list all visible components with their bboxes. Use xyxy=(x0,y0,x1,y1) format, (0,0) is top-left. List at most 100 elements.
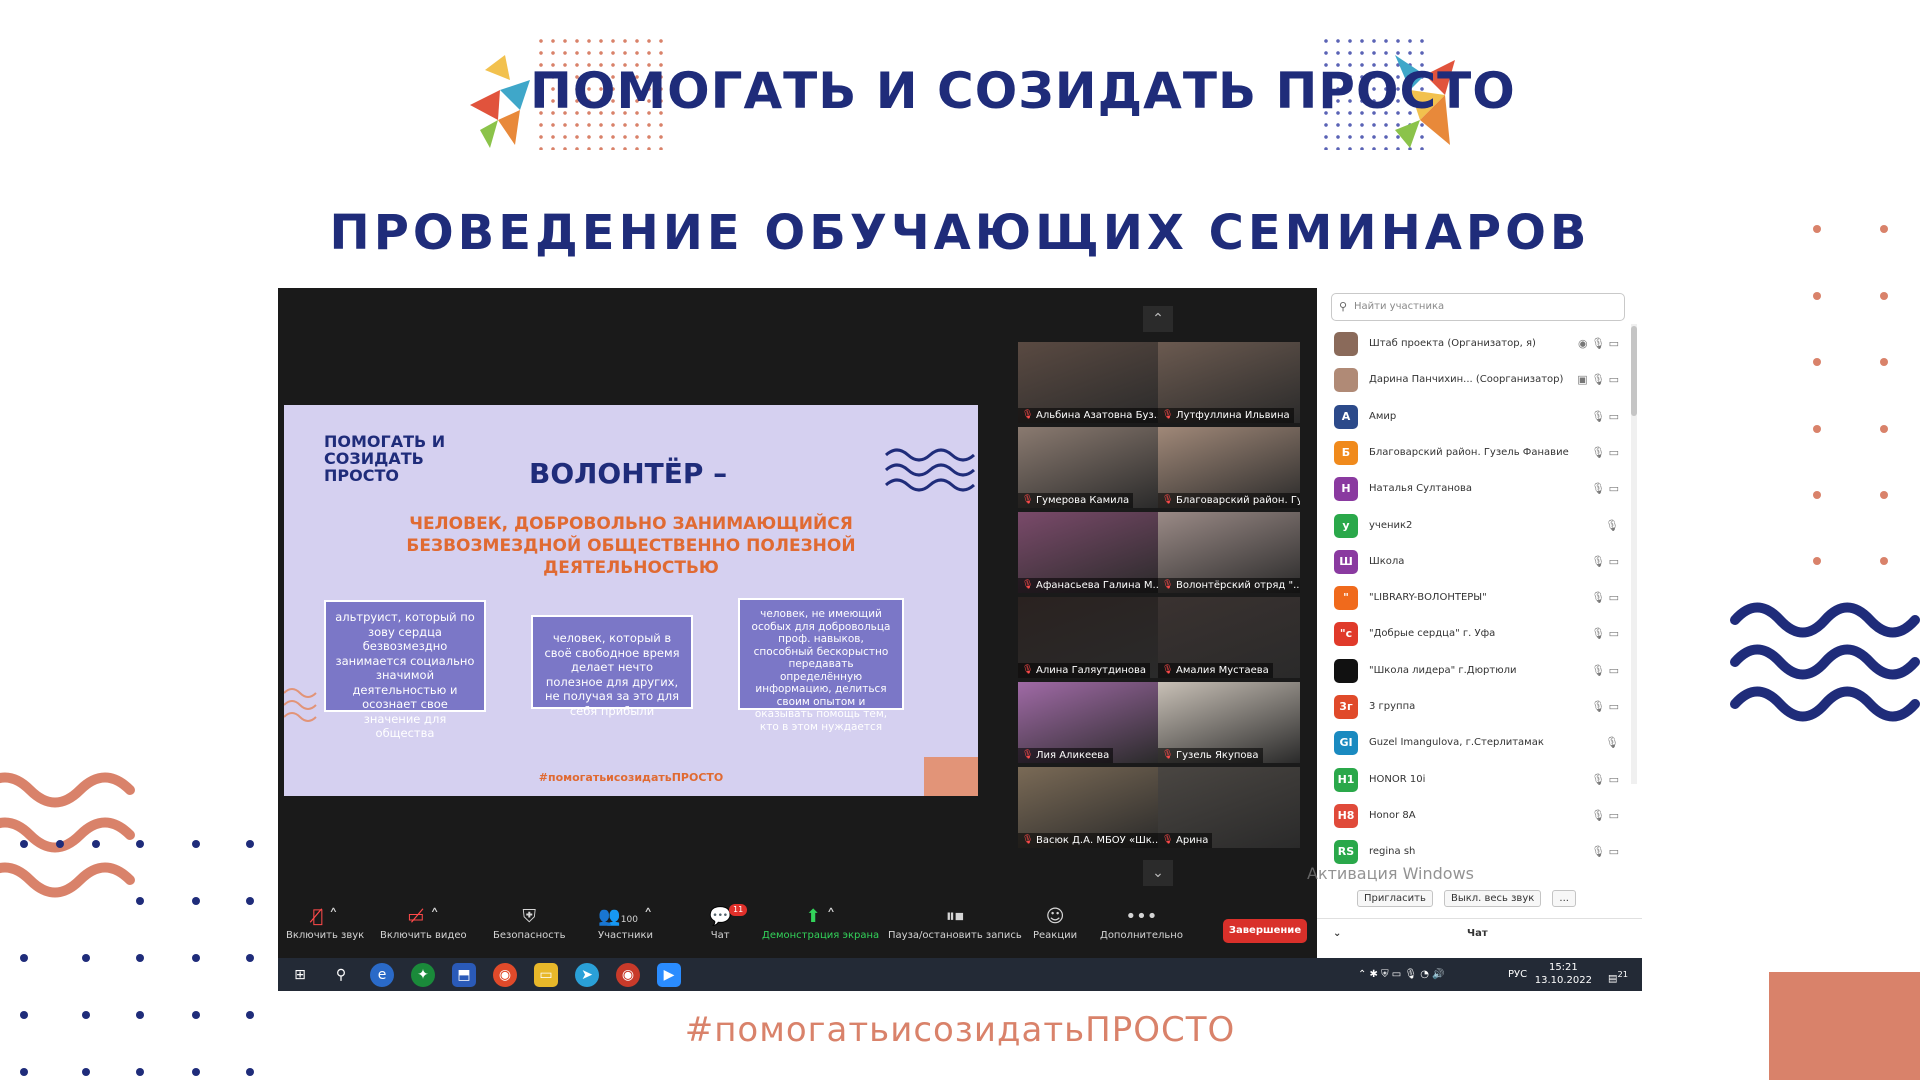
video-tile[interactable]: 🎙 Лия Аликеева xyxy=(1018,682,1160,763)
participant-status-icons[interactable]: 🎙 xyxy=(1605,725,1619,761)
participant-status-icons[interactable]: ◉ 🎙 ▭ xyxy=(1578,326,1619,362)
participants-button[interactable]: 👥100 ˄ Участники xyxy=(598,904,653,941)
taskbar-clock[interactable]: 15:21 13.10.2022 xyxy=(1535,961,1592,987)
participant-status-icons[interactable]: 🎙 ▭ xyxy=(1591,689,1619,725)
participant-status-icons[interactable]: 🎙 ▭ xyxy=(1591,653,1619,689)
end-meeting-button[interactable]: Завершение xyxy=(1223,919,1307,943)
invite-button[interactable]: Пригласить xyxy=(1357,890,1433,907)
notifications-icon[interactable]: ▤21 xyxy=(1608,958,1628,995)
mic-muted-icon: 🎙 xyxy=(1022,665,1034,675)
participant-status-icons[interactable]: ▣ 🎙 ▭ xyxy=(1577,362,1619,398)
chrome-icon[interactable]: ◉ xyxy=(493,963,517,987)
reactions-button[interactable]: ☺ Реакции xyxy=(1033,904,1077,941)
participant-row[interactable]: "Школа лидера" г.Дюртюли 🎙 ▭ xyxy=(1317,653,1627,689)
more-button[interactable]: ••• Дополнительно xyxy=(1100,904,1183,941)
participant-row[interactable]: Штаб проекта (Организатор, я) ◉ 🎙 ▭ xyxy=(1317,326,1627,362)
video-tile[interactable]: 🎙 Алина Галяутдинова xyxy=(1018,597,1160,678)
participant-row[interactable]: " "LIBRARY-ВОЛОНТЕРЫ" 🎙 ▭ xyxy=(1317,580,1627,616)
telegram-icon[interactable]: ➤ xyxy=(575,963,599,987)
participant-status-icons[interactable]: 🎙 ▭ xyxy=(1591,762,1619,798)
video-tile[interactable]: 🎙 Гузель Якупова xyxy=(1158,682,1300,763)
participant-row[interactable]: H8 Honor 8A 🎙 ▭ xyxy=(1317,798,1627,834)
video-tile-name: 🎙 Лия Аликеева xyxy=(1018,748,1114,763)
share-screen-button[interactable]: ⬆ ˄ Демонстрация экрана xyxy=(762,904,879,941)
video-tile-name: 🎙 Гумерова Камила xyxy=(1018,493,1134,508)
participant-row[interactable]: Б Благоварский район. Гузель Фанавиевна 🎙 … xyxy=(1317,435,1627,471)
participant-row[interactable]: Дарина Панчихин... (Соорганизатор) ▣ 🎙 ▭ xyxy=(1317,362,1627,398)
chat-bubble-icon: 💬 xyxy=(709,906,732,927)
participant-status-icons[interactable]: 🎙 ▭ xyxy=(1591,834,1619,870)
shared-slide: ПОМОГАТЬ И СОЗИДАТЬ ПРОСТО ВОЛОНТЁР – ЧЕ… xyxy=(284,405,978,796)
gallery-scroll-up-icon[interactable]: ⌃ xyxy=(1143,306,1173,332)
app-blue-icon[interactable]: ⬒ xyxy=(452,963,476,987)
system-tray-icons[interactable]: ⌃ ✱ ⛨ ▭ 🎙 ◔ 🔊 xyxy=(1358,958,1445,991)
audio-label: Включить звук xyxy=(286,930,365,941)
participant-list-scrollbar[interactable] xyxy=(1631,324,1637,784)
participants-count: 100 xyxy=(620,915,638,925)
participant-name: Алина Галяутдинова xyxy=(1036,665,1147,676)
participant-status-icons[interactable]: 🎙 ▭ xyxy=(1591,580,1619,616)
participant-status-icons[interactable]: 🎙 ▭ xyxy=(1591,471,1619,507)
avatar: GI xyxy=(1334,731,1358,756)
participant-name: Благоварский район. Гуз... xyxy=(1176,495,1300,506)
slide-waves-peach-icon xyxy=(284,688,317,722)
participant-row[interactable]: Ш Школа 🎙 ▭ xyxy=(1317,544,1627,580)
people-icon: 👥100 ˄ xyxy=(598,906,653,927)
participant-status-icons[interactable]: 🎙 ▭ xyxy=(1591,616,1619,652)
video-label: Включить видео xyxy=(380,930,467,941)
chrome-profile-icon[interactable]: ◉ xyxy=(616,963,640,987)
participant-row[interactable]: у ученик2 🎙 xyxy=(1317,508,1627,544)
video-tile[interactable]: 🎙 Афанасьева Галина М... xyxy=(1018,512,1160,593)
participant-status-icons[interactable]: 🎙 ▭ xyxy=(1591,435,1619,471)
participant-status-icons[interactable]: 🎙 ▭ xyxy=(1591,798,1619,834)
search-icon[interactable]: ⚲ xyxy=(329,963,353,987)
participant-status-icons[interactable]: 🎙 ▭ xyxy=(1591,399,1619,435)
mic-muted-icon: 🎙 xyxy=(1022,750,1034,760)
video-tile-name: 🎙 Арина xyxy=(1158,833,1213,848)
folder-icon[interactable]: ▭ xyxy=(534,963,558,987)
participant-row[interactable]: "с "Добрые сердца" г. Уфа 🎙 ▭ xyxy=(1317,616,1627,652)
windows-start-icon[interactable]: ⊞ xyxy=(288,963,312,987)
participant-row[interactable]: Н Наталья Султанова 🎙 ▭ xyxy=(1317,471,1627,507)
mute-all-button[interactable]: Выкл. весь звук xyxy=(1443,890,1542,907)
more-options-button[interactable]: ... xyxy=(1552,890,1576,907)
record-button[interactable]: ⏸⏹ Пауза/остановить запись xyxy=(888,904,1022,941)
avatar: "с xyxy=(1334,622,1358,647)
video-tile[interactable]: 🎙Благоварский район. Гуз... xyxy=(1158,427,1300,508)
participant-name: Благоварский район. Гузель Фанавиевна xyxy=(1369,446,1569,458)
participant-name: Лия Аликеева xyxy=(1036,750,1110,761)
video-button[interactable]: ▭̸ ˄ Включить видео xyxy=(380,904,467,941)
app-green-icon[interactable]: ✦ xyxy=(411,963,435,987)
participant-row[interactable]: А Амир 🎙 ▭ xyxy=(1317,399,1627,435)
slide-waves-icon xyxy=(884,448,976,492)
participant-name: Honor 8A xyxy=(1369,809,1416,821)
participant-row[interactable]: GI Guzel Imangulova, г.Стерлитамак 🎙 xyxy=(1317,725,1627,761)
zoom-app-icon[interactable]: ▶ xyxy=(657,963,681,987)
chat-bar[interactable]: ⌄ Чат xyxy=(1317,918,1642,948)
avatar: " xyxy=(1334,586,1358,611)
edge-icon[interactable]: e xyxy=(370,963,394,987)
audio-button[interactable]: 🎙̸ ˄ Включить звук xyxy=(286,904,364,941)
video-tile[interactable]: 🎙 Васюк Д.А. МБОУ «Шк... xyxy=(1018,767,1160,848)
participant-row[interactable]: 3г 3 группа 🎙 ▭ xyxy=(1317,689,1627,725)
participant-search-input[interactable]: ⚲ Найти участника xyxy=(1331,293,1625,321)
video-tile[interactable]: 🎙 Волонтёрский отряд "... xyxy=(1158,512,1300,593)
video-tile[interactable]: 🎙 Арина xyxy=(1158,767,1300,848)
chat-button[interactable]: 💬 11 Чат xyxy=(709,904,748,941)
video-tile[interactable]: 🎙 Амалия Мустаева xyxy=(1158,597,1300,678)
gallery-scroll-down-icon[interactable]: ⌄ xyxy=(1143,860,1173,886)
participant-status-icons[interactable]: 🎙 ▭ xyxy=(1591,544,1619,580)
chevron-down-icon[interactable]: ⌄ xyxy=(1333,919,1341,949)
participant-row[interactable]: H1 HONOR 10i 🎙 ▭ xyxy=(1317,762,1627,798)
participant-name: 3 группа xyxy=(1369,701,1416,712)
video-tile[interactable]: 🎙 Лутфуллина Ильвина xyxy=(1158,342,1300,423)
participant-name: "Школа лидера" г.Дюртюли xyxy=(1369,664,1517,676)
mic-muted-icon: 🎙 xyxy=(1022,495,1034,505)
participant-status-icons[interactable]: 🎙 xyxy=(1605,508,1619,544)
participant-name: Афанасьева Галина М... xyxy=(1036,580,1160,591)
video-tile[interactable]: 🎙 Альбина Азатовна Буз... xyxy=(1018,342,1160,423)
mic-muted-icon: 🎙 xyxy=(1022,410,1034,420)
video-tile[interactable]: 🎙 Гумерова Камила xyxy=(1018,427,1160,508)
language-indicator[interactable]: РУС xyxy=(1508,958,1527,991)
security-button[interactable]: ⛨ Безопасность xyxy=(493,904,566,941)
